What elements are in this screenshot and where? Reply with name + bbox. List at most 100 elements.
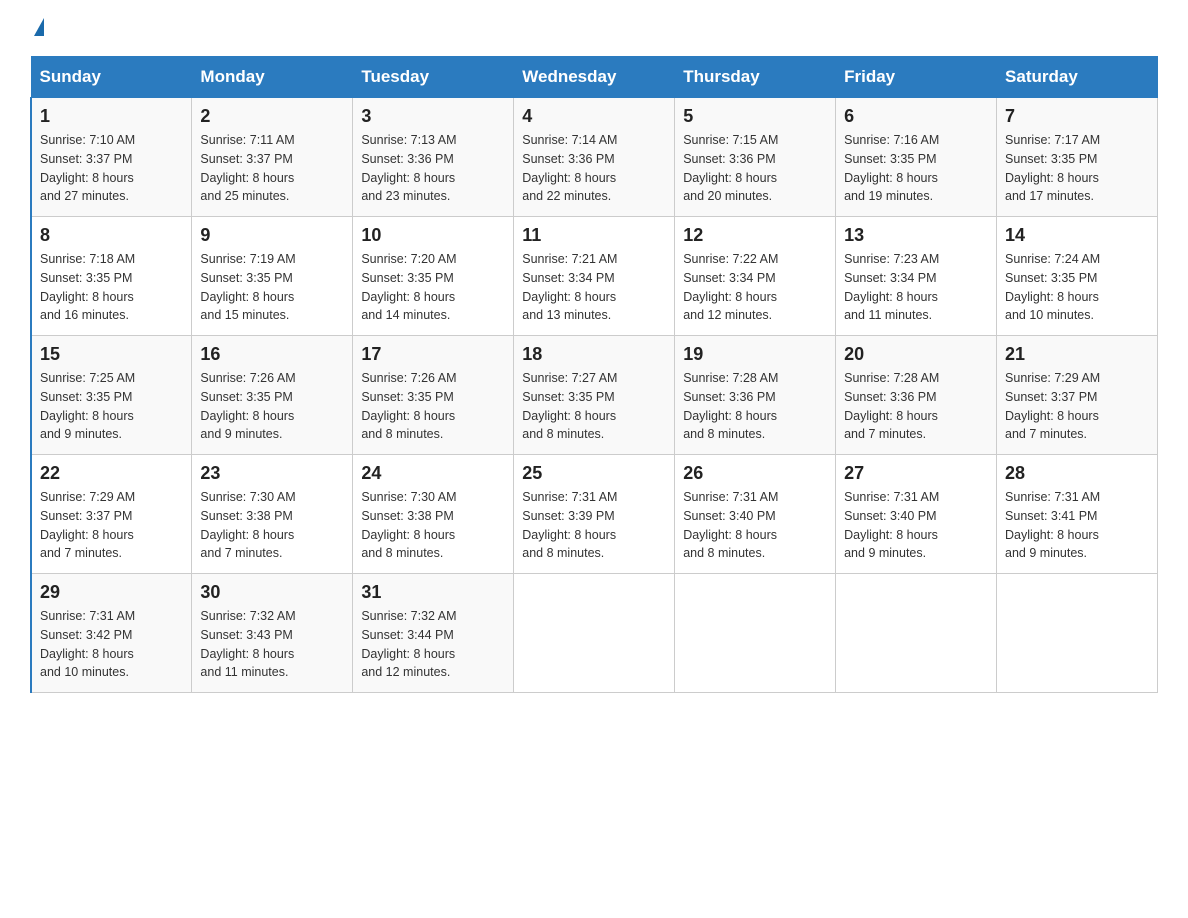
logo (30, 20, 44, 38)
day-number: 17 (361, 344, 505, 365)
calendar-cell: 16 Sunrise: 7:26 AMSunset: 3:35 PMDayligh… (192, 336, 353, 455)
day-info: Sunrise: 7:31 AMSunset: 3:39 PMDaylight:… (522, 490, 617, 560)
day-info: Sunrise: 7:32 AMSunset: 3:43 PMDaylight:… (200, 609, 295, 679)
calendar-cell: 4 Sunrise: 7:14 AMSunset: 3:36 PMDaylight… (514, 98, 675, 217)
day-info: Sunrise: 7:32 AMSunset: 3:44 PMDaylight:… (361, 609, 456, 679)
day-info: Sunrise: 7:25 AMSunset: 3:35 PMDaylight:… (40, 371, 135, 441)
calendar-table: Sunday Monday Tuesday Wednesday Thursday… (30, 56, 1158, 693)
day-info: Sunrise: 7:31 AMSunset: 3:41 PMDaylight:… (1005, 490, 1100, 560)
day-number: 7 (1005, 106, 1149, 127)
day-number: 24 (361, 463, 505, 484)
header-row: Sunday Monday Tuesday Wednesday Thursday… (31, 57, 1158, 98)
calendar-cell: 19Sunrise: 7:28 AMSunset: 3:36 PMDayligh… (675, 336, 836, 455)
calendar-cell: 3Sunrise: 7:13 AMSunset: 3:36 PMDaylight… (353, 98, 514, 217)
header-friday: Friday (836, 57, 997, 98)
calendar-cell: 28 Sunrise: 7:31 AMSunset: 3:41 PMDayligh… (997, 455, 1158, 574)
calendar-cell (675, 574, 836, 693)
day-number: 6 (844, 106, 988, 127)
calendar-cell: 7 Sunrise: 7:17 AMSunset: 3:35 PMDaylight… (997, 98, 1158, 217)
day-info: Sunrise: 7:29 AMSunset: 3:37 PMDaylight:… (1005, 371, 1100, 441)
header-wednesday: Wednesday (514, 57, 675, 98)
page-header (30, 20, 1158, 38)
day-number: 9 (200, 225, 344, 246)
calendar-cell: 18 Sunrise: 7:27 AMSunset: 3:35 PMDayligh… (514, 336, 675, 455)
day-info: Sunrise: 7:31 AMSunset: 3:40 PMDaylight:… (683, 490, 778, 560)
calendar-cell: 5Sunrise: 7:15 AMSunset: 3:36 PMDaylight… (675, 98, 836, 217)
day-number: 4 (522, 106, 666, 127)
day-info: Sunrise: 7:26 AMSunset: 3:35 PMDaylight:… (200, 371, 295, 441)
day-info: Sunrise: 7:19 AMSunset: 3:35 PMDaylight:… (200, 252, 295, 322)
calendar-cell: 2 Sunrise: 7:11 AMSunset: 3:37 PMDaylight… (192, 98, 353, 217)
day-info: Sunrise: 7:20 AMSunset: 3:35 PMDaylight:… (361, 252, 456, 322)
calendar-cell: 17 Sunrise: 7:26 AMSunset: 3:35 PMDayligh… (353, 336, 514, 455)
calendar-cell: 26Sunrise: 7:31 AMSunset: 3:40 PMDayligh… (675, 455, 836, 574)
day-info: Sunrise: 7:27 AMSunset: 3:35 PMDaylight:… (522, 371, 617, 441)
day-info: Sunrise: 7:21 AMSunset: 3:34 PMDaylight:… (522, 252, 617, 322)
day-number: 31 (361, 582, 505, 603)
calendar-cell (836, 574, 997, 693)
day-number: 19 (683, 344, 827, 365)
day-number: 10 (361, 225, 505, 246)
day-info: Sunrise: 7:11 AMSunset: 3:37 PMDaylight:… (200, 133, 294, 203)
calendar-cell: 21Sunrise: 7:29 AMSunset: 3:37 PMDayligh… (997, 336, 1158, 455)
calendar-cell: 27 Sunrise: 7:31 AMSunset: 3:40 PMDayligh… (836, 455, 997, 574)
calendar-cell: 15 Sunrise: 7:25 AMSunset: 3:35 PMDayligh… (31, 336, 192, 455)
calendar-cell: 20Sunrise: 7:28 AMSunset: 3:36 PMDayligh… (836, 336, 997, 455)
calendar-cell: 22Sunrise: 7:29 AMSunset: 3:37 PMDayligh… (31, 455, 192, 574)
day-info: Sunrise: 7:14 AMSunset: 3:36 PMDaylight:… (522, 133, 617, 203)
calendar-cell (514, 574, 675, 693)
calendar-cell: 8 Sunrise: 7:18 AMSunset: 3:35 PMDaylight… (31, 217, 192, 336)
day-number: 12 (683, 225, 827, 246)
header-sunday: Sunday (31, 57, 192, 98)
day-info: Sunrise: 7:31 AMSunset: 3:42 PMDaylight:… (40, 609, 135, 679)
calendar-cell: 14 Sunrise: 7:24 AMSunset: 3:35 PMDayligh… (997, 217, 1158, 336)
header-monday: Monday (192, 57, 353, 98)
day-info: Sunrise: 7:10 AMSunset: 3:37 PMDaylight:… (40, 133, 135, 203)
calendar-cell: 31 Sunrise: 7:32 AMSunset: 3:44 PMDayligh… (353, 574, 514, 693)
calendar-week-4: 22Sunrise: 7:29 AMSunset: 3:37 PMDayligh… (31, 455, 1158, 574)
day-number: 30 (200, 582, 344, 603)
day-info: Sunrise: 7:15 AMSunset: 3:36 PMDaylight:… (683, 133, 778, 203)
day-info: Sunrise: 7:24 AMSunset: 3:35 PMDaylight:… (1005, 252, 1100, 322)
calendar-cell: 24 Sunrise: 7:30 AMSunset: 3:38 PMDayligh… (353, 455, 514, 574)
day-info: Sunrise: 7:29 AMSunset: 3:37 PMDaylight:… (40, 490, 135, 560)
calendar-cell: 9 Sunrise: 7:19 AMSunset: 3:35 PMDaylight… (192, 217, 353, 336)
day-info: Sunrise: 7:30 AMSunset: 3:38 PMDaylight:… (200, 490, 295, 560)
calendar-cell: 11 Sunrise: 7:21 AMSunset: 3:34 PMDayligh… (514, 217, 675, 336)
calendar-cell: 25 Sunrise: 7:31 AMSunset: 3:39 PMDayligh… (514, 455, 675, 574)
header-tuesday: Tuesday (353, 57, 514, 98)
day-info: Sunrise: 7:23 AMSunset: 3:34 PMDaylight:… (844, 252, 939, 322)
day-number: 23 (200, 463, 344, 484)
calendar-cell: 10 Sunrise: 7:20 AMSunset: 3:35 PMDayligh… (353, 217, 514, 336)
calendar-cell: 23 Sunrise: 7:30 AMSunset: 3:38 PMDayligh… (192, 455, 353, 574)
day-info: Sunrise: 7:30 AMSunset: 3:38 PMDaylight:… (361, 490, 456, 560)
day-number: 2 (200, 106, 344, 127)
day-number: 28 (1005, 463, 1149, 484)
day-info: Sunrise: 7:31 AMSunset: 3:40 PMDaylight:… (844, 490, 939, 560)
day-number: 1 (40, 106, 183, 127)
day-number: 25 (522, 463, 666, 484)
day-info: Sunrise: 7:18 AMSunset: 3:35 PMDaylight:… (40, 252, 135, 322)
day-info: Sunrise: 7:26 AMSunset: 3:35 PMDaylight:… (361, 371, 456, 441)
day-info: Sunrise: 7:17 AMSunset: 3:35 PMDaylight:… (1005, 133, 1100, 203)
logo-triangle-icon (34, 18, 44, 36)
day-number: 14 (1005, 225, 1149, 246)
day-info: Sunrise: 7:13 AMSunset: 3:36 PMDaylight:… (361, 133, 456, 203)
calendar-cell: 30 Sunrise: 7:32 AMSunset: 3:43 PMDayligh… (192, 574, 353, 693)
calendar-cell: 6Sunrise: 7:16 AMSunset: 3:35 PMDaylight… (836, 98, 997, 217)
day-number: 18 (522, 344, 666, 365)
day-number: 16 (200, 344, 344, 365)
day-number: 20 (844, 344, 988, 365)
day-number: 29 (40, 582, 183, 603)
calendar-week-1: 1 Sunrise: 7:10 AMSunset: 3:37 PMDaylight… (31, 98, 1158, 217)
day-number: 15 (40, 344, 183, 365)
calendar-week-5: 29 Sunrise: 7:31 AMSunset: 3:42 PMDayligh… (31, 574, 1158, 693)
day-number: 11 (522, 225, 666, 246)
calendar-cell: 1 Sunrise: 7:10 AMSunset: 3:37 PMDaylight… (31, 98, 192, 217)
day-number: 13 (844, 225, 988, 246)
day-number: 27 (844, 463, 988, 484)
day-number: 8 (40, 225, 183, 246)
calendar-week-3: 15 Sunrise: 7:25 AMSunset: 3:35 PMDayligh… (31, 336, 1158, 455)
calendar-cell: 12Sunrise: 7:22 AMSunset: 3:34 PMDayligh… (675, 217, 836, 336)
header-thursday: Thursday (675, 57, 836, 98)
